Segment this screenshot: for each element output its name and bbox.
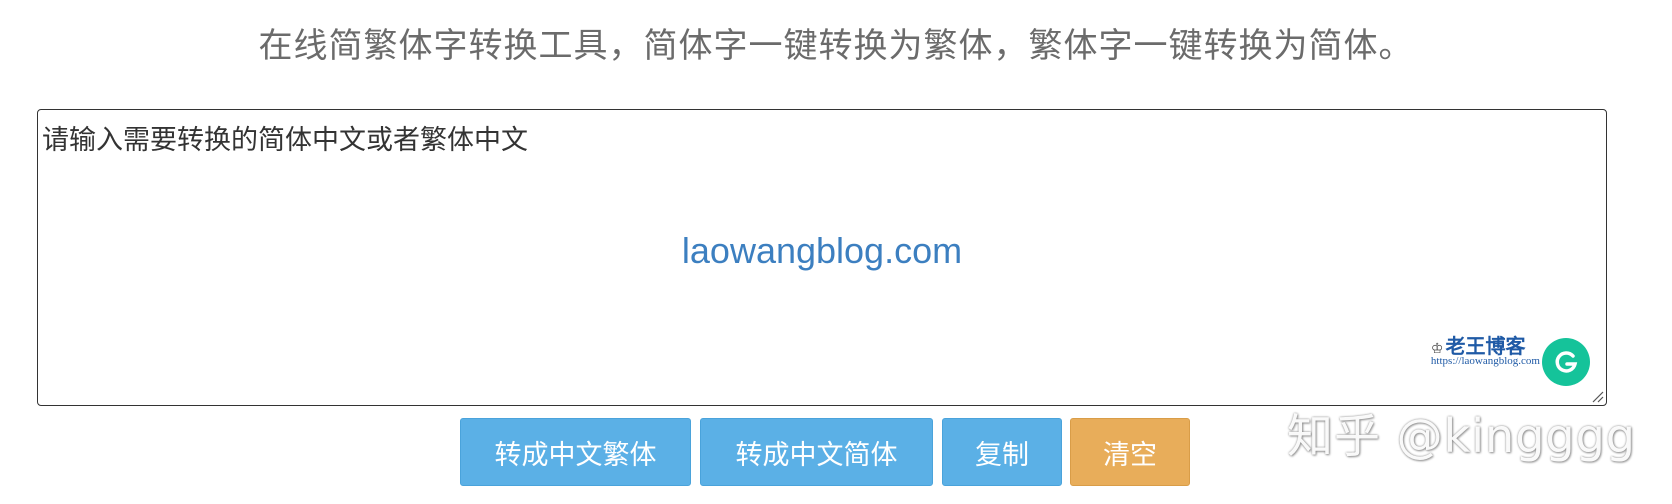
zhihu-watermark: 知乎 @kingggg xyxy=(1287,409,1636,463)
blog-logo-watermark: ♔ 老王博客 https://laowangblog.com xyxy=(1431,336,1540,367)
text-input-area[interactable]: 请输入需要转换的简体中文或者繁体中文 laowangblog.com ♔ 老王博客… xyxy=(37,109,1607,406)
input-placeholder: 请输入需要转换的简体中文或者繁体中文 xyxy=(42,125,528,156)
grammarly-g-glyph xyxy=(1555,351,1578,373)
to-traditional-button[interactable]: 转成中文繁体 xyxy=(460,418,691,486)
blog-logo-url: https://laowangblog.com xyxy=(1430,355,1540,367)
page: 在线简繁体字转换工具，简体字一键转换为繁体，繁体字一键转换为简体。 请输入需要转… xyxy=(0,0,1672,504)
copy-button[interactable]: 复制 xyxy=(942,418,1062,486)
clear-button[interactable]: 清空 xyxy=(1070,418,1190,486)
to-simplified-button[interactable]: 转成中文简体 xyxy=(700,418,933,486)
site-watermark: laowangblog.com xyxy=(681,230,963,271)
page-title: 在线简繁体字转换工具，简体字一键转换为繁体，繁体字一键转换为简体。 xyxy=(258,26,1414,66)
grammarly-icon[interactable] xyxy=(1542,338,1590,386)
